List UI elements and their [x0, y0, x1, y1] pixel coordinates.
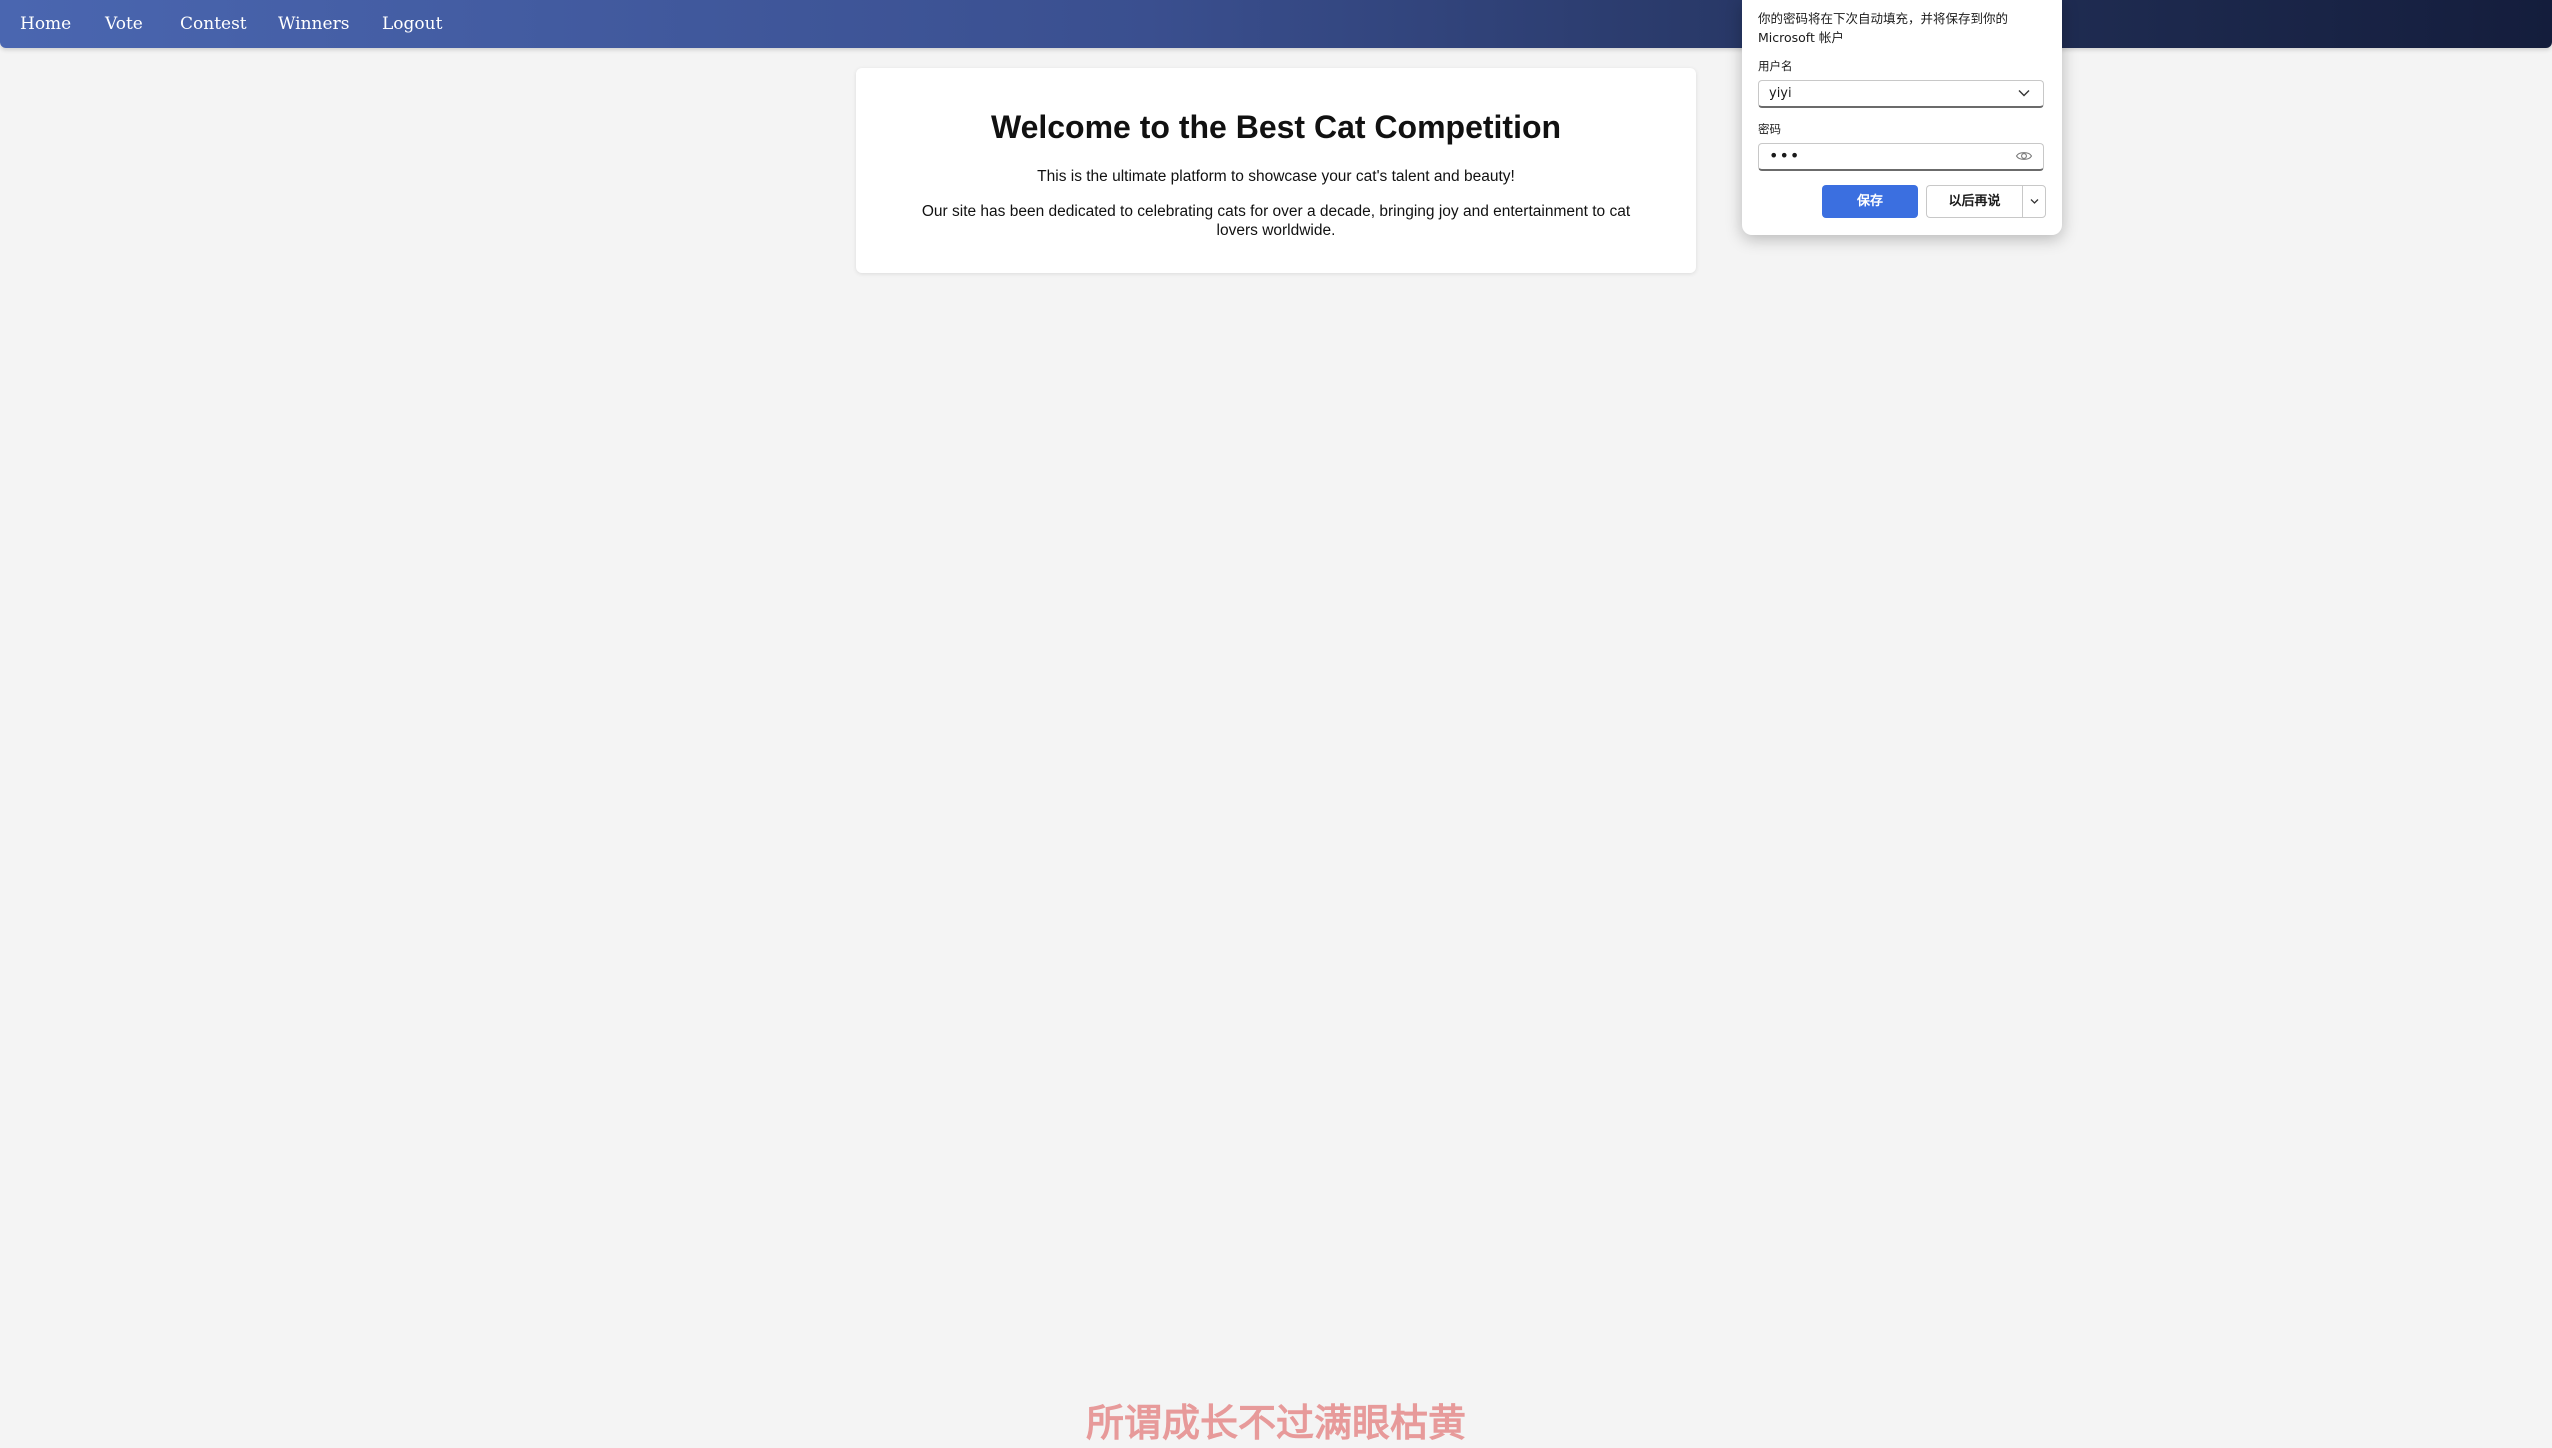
popup-message: 你的密码将在下次自动填充，并将保存到你的 Microsoft 帐户	[1758, 11, 2009, 45]
password-value: •••	[1769, 146, 1801, 165]
nav-vote-link[interactable]: Vote	[105, 0, 143, 48]
eye-icon[interactable]	[2015, 148, 2033, 164]
password-field[interactable]: •••	[1758, 143, 2044, 171]
username-label: 用户名	[1758, 59, 1793, 73]
password-label: 密码	[1758, 122, 1781, 136]
overlay-caption: 所谓成长不过满眼枯黄	[1085, 1401, 1466, 1445]
intro-paragraph: This is the ultimate platform to showcas…	[1037, 168, 1515, 186]
nav-contest-link[interactable]: Contest	[180, 0, 247, 48]
save-password-popup: 你的密码将在下次自动填充，并将保存到你的 Microsoft 帐户 用户名 yi…	[1742, 0, 2062, 235]
username-field[interactable]: yiyi	[1758, 80, 2044, 108]
username-value: yiyi	[1769, 86, 1792, 101]
welcome-card: Welcome to the Best Cat Competition This…	[856, 68, 1696, 273]
nav-logout-link[interactable]: Logout	[382, 0, 442, 48]
more-options-button[interactable]	[2022, 185, 2046, 218]
top-navbar: Home Vote Contest Winners Logout	[0, 0, 2552, 48]
history-paragraph: Our site has been dedicated to celebrati…	[921, 202, 1631, 239]
chevron-down-icon	[2030, 199, 2039, 204]
nav-winners-link[interactable]: Winners	[278, 0, 349, 48]
save-button[interactable]: 保存	[1822, 185, 1918, 218]
page-title: Welcome to the Best Cat Competition	[990, 109, 1562, 145]
nav-home-link[interactable]: Home	[20, 0, 71, 48]
not-now-button[interactable]: 以后再说	[1926, 185, 2022, 218]
chevron-down-icon[interactable]	[2017, 86, 2031, 100]
